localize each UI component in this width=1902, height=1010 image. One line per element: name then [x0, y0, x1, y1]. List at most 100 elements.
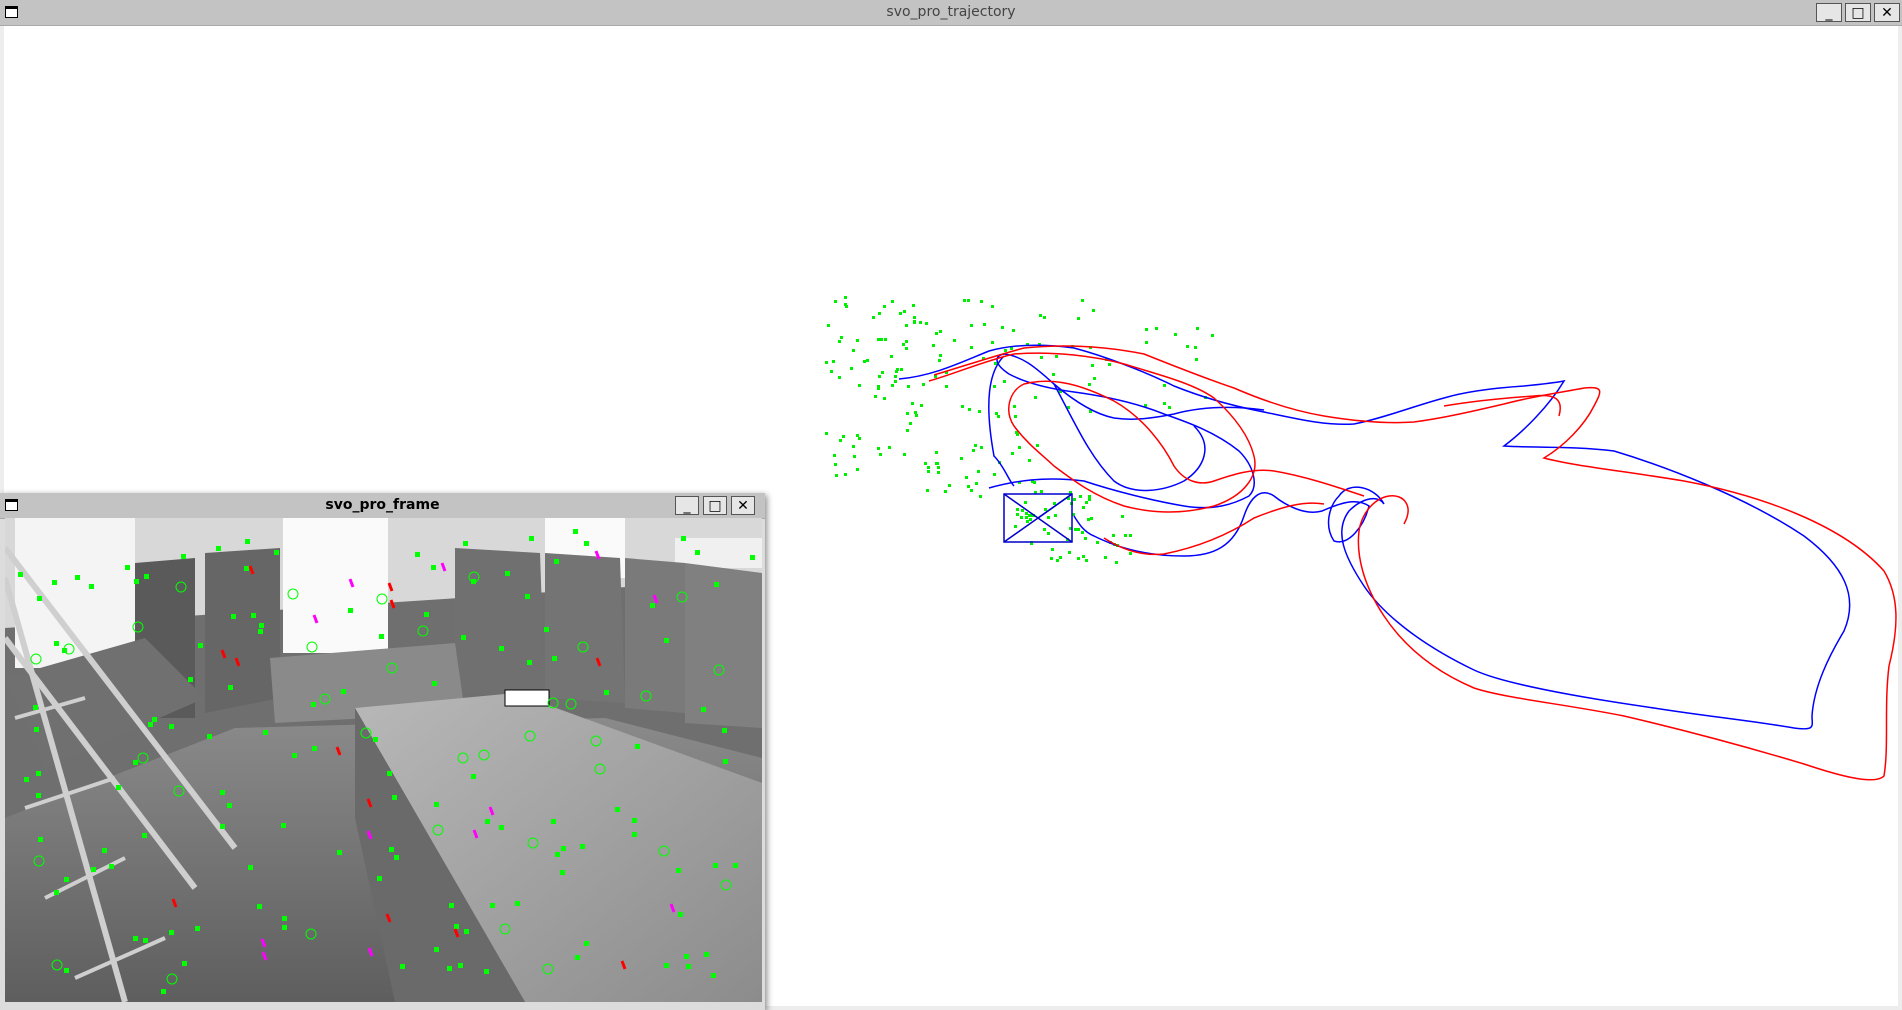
wall-mat	[205, 548, 280, 713]
landmark-point	[1085, 559, 1088, 562]
camera-image[interactable]	[2, 518, 762, 1003]
feature-corner	[432, 681, 437, 686]
feature-corner	[292, 753, 297, 758]
landmark-point	[890, 355, 893, 358]
landmark-point	[915, 414, 918, 417]
landmark-point	[975, 482, 978, 485]
feature-corner	[244, 566, 249, 571]
feature-corner	[148, 722, 153, 727]
landmark-point	[935, 451, 938, 454]
landmark-point	[888, 446, 891, 449]
feature-corner	[133, 936, 138, 941]
feature-corner	[615, 807, 620, 812]
maximize-button[interactable]: □	[1845, 3, 1871, 22]
landmark-point	[884, 338, 887, 341]
feature-corner	[676, 868, 681, 873]
close-button[interactable]: ✕	[731, 496, 755, 515]
feature-corner	[377, 876, 382, 881]
landmark-point	[974, 444, 977, 447]
landmark-point	[1033, 481, 1036, 484]
landmark-point	[834, 463, 837, 466]
landmark-point	[906, 412, 909, 415]
landmark-point	[1025, 512, 1028, 515]
feature-corner	[580, 844, 585, 849]
feature-corner	[431, 565, 436, 570]
landmark-point	[856, 468, 859, 471]
landmark-point	[979, 495, 982, 498]
landmark-point	[1096, 541, 1099, 544]
landmark-point	[925, 322, 928, 325]
landmark-point	[1044, 508, 1047, 511]
wall-mat	[625, 558, 685, 713]
landmark-point	[978, 410, 981, 413]
feature-corner	[64, 968, 69, 973]
close-icon: ✕	[1881, 4, 1893, 21]
feature-corner	[311, 702, 316, 707]
landmark-point	[963, 299, 966, 302]
feature-corner	[678, 912, 683, 917]
landmark-point	[1052, 373, 1055, 376]
landmark-point	[1108, 363, 1111, 366]
landmark-point	[903, 453, 906, 456]
feature-corner	[348, 608, 353, 613]
maximize-button[interactable]: □	[703, 496, 727, 515]
minimize-button[interactable]: _	[1816, 3, 1842, 22]
landmark-point	[912, 304, 915, 307]
landmark-point	[1040, 356, 1043, 359]
landmark-point	[970, 324, 973, 327]
feature-corner	[635, 744, 640, 749]
landmark-point	[911, 402, 914, 405]
feature-corner	[18, 572, 23, 577]
landmark-point	[1021, 509, 1024, 512]
feature-corner	[33, 705, 38, 710]
landmark-point	[939, 354, 942, 357]
landmark-point	[1082, 555, 1085, 558]
estimate-trajectory	[933, 345, 1897, 781]
landmark-point	[1090, 517, 1093, 520]
landmark-point	[932, 344, 935, 347]
landmark-point	[1196, 327, 1199, 330]
feature-corner	[373, 737, 378, 742]
close-button[interactable]: ✕	[1874, 3, 1900, 22]
frame-titlebar[interactable]: svo_pro_frame _ □ ✕	[0, 493, 765, 519]
landmark-point	[909, 422, 912, 425]
landmark-point	[1079, 495, 1082, 498]
landmark-point	[858, 384, 861, 387]
landmark-point	[935, 332, 938, 335]
landmark-point	[991, 341, 994, 344]
landmark-point	[1014, 525, 1017, 528]
landmark-point	[945, 385, 948, 388]
feature-corner	[686, 964, 691, 969]
feature-corner	[143, 938, 148, 943]
landmark-point	[914, 411, 917, 414]
feature-corner	[454, 924, 459, 929]
landmark-point	[1013, 405, 1016, 408]
landmark-point	[877, 385, 880, 388]
feature-corner	[228, 685, 233, 690]
landmark-point	[994, 362, 997, 365]
landmark-point	[906, 429, 909, 432]
landmark-point	[967, 299, 970, 302]
feature-corner	[142, 833, 147, 838]
trajectory-titlebar[interactable]: svo_pro_trajectory _ □ ✕	[0, 0, 1902, 26]
feature-corner	[181, 554, 186, 559]
landmark-point	[1121, 515, 1124, 518]
landmark-point	[937, 466, 940, 469]
feature-corner	[248, 865, 253, 870]
feature-corner	[458, 963, 463, 968]
landmark-point	[1129, 552, 1132, 555]
feature-corner	[499, 646, 504, 651]
minimize-button[interactable]: _	[675, 496, 699, 515]
feature-corner	[650, 603, 655, 608]
landmark-point	[913, 321, 916, 324]
landmark-point	[919, 321, 922, 324]
camera-frustum	[1003, 493, 1073, 543]
groundtruth-trajectory-branch	[988, 355, 1206, 492]
feature-corner	[434, 947, 439, 952]
feature-corner	[257, 904, 262, 909]
feature-corner	[91, 867, 96, 872]
landmark-point	[1001, 326, 1004, 329]
landmark-point	[1084, 537, 1087, 540]
landmark-point	[939, 330, 942, 333]
landmark-point	[1059, 556, 1062, 559]
